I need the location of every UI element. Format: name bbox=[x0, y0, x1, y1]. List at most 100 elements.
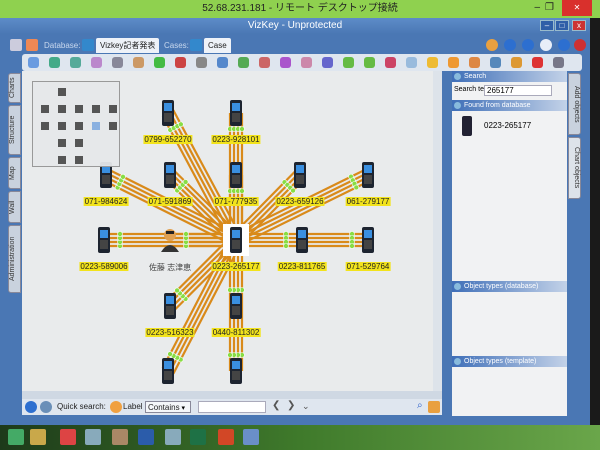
person-icon[interactable] bbox=[161, 229, 179, 252]
tab-administration[interactable]: Administration bbox=[8, 225, 21, 293]
app-icon[interactable] bbox=[165, 429, 181, 445]
info-icon[interactable] bbox=[25, 401, 37, 413]
toolbar-tool-icon[interactable] bbox=[406, 57, 417, 68]
tab-case[interactable]: Case bbox=[204, 38, 231, 53]
toolbar-tool-icon[interactable] bbox=[301, 57, 312, 68]
found-item[interactable]: 0223-265177 bbox=[484, 121, 531, 130]
tab-chart-objects[interactable]: Chart objects bbox=[568, 137, 581, 199]
power-icon[interactable] bbox=[574, 39, 586, 51]
phone-icon[interactable] bbox=[98, 227, 110, 253]
phone-icon[interactable] bbox=[230, 293, 242, 319]
toolbar-tool-icon[interactable] bbox=[70, 57, 81, 68]
tab-database[interactable]: Vizkey記者発表 bbox=[96, 38, 160, 53]
close-button[interactable]: x bbox=[572, 20, 586, 31]
phone-icon[interactable] bbox=[362, 227, 374, 253]
app-icon[interactable] bbox=[112, 429, 128, 445]
node-label[interactable]: 佐藤 志津恵 bbox=[148, 262, 192, 273]
toolbar-tool-icon[interactable] bbox=[553, 57, 564, 68]
export-icon[interactable] bbox=[428, 401, 440, 413]
tab-charts[interactable]: Charts bbox=[8, 73, 21, 103]
horizontal-scrollbar[interactable] bbox=[22, 391, 442, 399]
cases-dropdown-icon[interactable] bbox=[190, 39, 202, 51]
prev-icon[interactable]: ❮ bbox=[272, 400, 280, 411]
lock-icon[interactable] bbox=[558, 39, 570, 51]
vertical-scrollbar[interactable] bbox=[433, 71, 442, 391]
phone-icon[interactable] bbox=[230, 100, 242, 126]
node-label[interactable]: 061-279177 bbox=[345, 197, 391, 206]
node-label[interactable]: 0223-811765 bbox=[277, 262, 327, 271]
cloud-icon[interactable] bbox=[540, 39, 552, 51]
rdp-minimize-button[interactable]: ‒ bbox=[534, 0, 540, 16]
phone-icon[interactable] bbox=[362, 162, 374, 188]
match-mode-select[interactable]: Contains ▾ bbox=[145, 401, 191, 413]
toolbar-tool-icon[interactable] bbox=[385, 57, 396, 68]
phone-icon[interactable] bbox=[230, 358, 242, 384]
toolbar-tool-icon[interactable] bbox=[154, 57, 165, 68]
link-edge[interactable] bbox=[165, 238, 236, 371]
toolbar-tool-icon[interactable] bbox=[322, 57, 333, 68]
phone-icon[interactable] bbox=[162, 100, 174, 126]
toolbar-tool-icon[interactable] bbox=[511, 57, 522, 68]
rdp-close-button[interactable]: ✕ bbox=[562, 0, 592, 16]
node-label[interactable]: 0223-589006 bbox=[79, 262, 129, 271]
maximize-button[interactable]: □ bbox=[555, 20, 569, 31]
toolbar-tool-icon[interactable] bbox=[112, 57, 123, 68]
toolbar-tool-icon[interactable] bbox=[28, 57, 39, 68]
start-icon[interactable] bbox=[8, 429, 24, 445]
node-label[interactable]: 0223-659126 bbox=[275, 197, 325, 206]
phone-icon[interactable] bbox=[296, 227, 308, 253]
node-label[interactable]: 0799-652270 bbox=[143, 135, 193, 144]
node-label[interactable]: 071-777935 bbox=[213, 197, 259, 206]
powerpoint-icon[interactable] bbox=[218, 429, 234, 445]
node-label[interactable]: 0223-265177 bbox=[211, 262, 261, 271]
chrome-icon[interactable] bbox=[60, 429, 76, 445]
tab-add-objects[interactable]: Add objects bbox=[568, 73, 581, 135]
explorer-icon[interactable] bbox=[30, 429, 46, 445]
rdp-restore-button[interactable]: ❐ bbox=[545, 0, 554, 16]
toolbar-tool-icon[interactable] bbox=[175, 57, 186, 68]
database-dropdown-icon[interactable] bbox=[82, 39, 94, 51]
globe-icon[interactable] bbox=[40, 401, 52, 413]
info-icon[interactable] bbox=[522, 39, 534, 51]
tab-map[interactable]: Map bbox=[8, 157, 21, 189]
link-edge[interactable] bbox=[168, 240, 239, 373]
phone-icon[interactable] bbox=[162, 358, 174, 384]
toolbar-tool-icon[interactable] bbox=[469, 57, 480, 68]
help-icon[interactable] bbox=[504, 39, 516, 51]
word-icon[interactable] bbox=[138, 429, 154, 445]
search-text-input[interactable]: 265177 bbox=[484, 85, 552, 96]
overview-minimap[interactable] bbox=[32, 81, 120, 167]
minimize-button[interactable]: – bbox=[540, 20, 554, 31]
toolbar-tool-icon[interactable] bbox=[490, 57, 501, 68]
phone-icon[interactable] bbox=[164, 293, 176, 319]
toolbar-tool-icon[interactable] bbox=[343, 57, 354, 68]
home-icon[interactable] bbox=[10, 39, 22, 51]
tab-wall[interactable]: Wall bbox=[8, 191, 21, 223]
phone-icon[interactable] bbox=[230, 162, 242, 188]
tab-structure[interactable]: Structure bbox=[8, 105, 21, 155]
excel-icon[interactable] bbox=[190, 429, 206, 445]
node-label[interactable]: 071-984624 bbox=[83, 197, 129, 206]
toolbar-tool-icon[interactable] bbox=[427, 57, 438, 68]
toolbar-tool-icon[interactable] bbox=[217, 57, 228, 68]
node-label[interactable]: 071-529764 bbox=[345, 262, 391, 271]
node-label[interactable]: 0223-516323 bbox=[145, 328, 195, 337]
phone-icon[interactable] bbox=[294, 162, 306, 188]
toolbar-tool-icon[interactable] bbox=[364, 57, 375, 68]
phone-icon[interactable] bbox=[230, 227, 242, 253]
toolbar-tool-icon[interactable] bbox=[280, 57, 291, 68]
node-label[interactable]: 0223-928101 bbox=[211, 135, 261, 144]
toolbar-tool-icon[interactable] bbox=[133, 57, 144, 68]
toolbar-tool-icon[interactable] bbox=[196, 57, 207, 68]
grid-icon[interactable] bbox=[26, 39, 38, 51]
quick-search-input[interactable] bbox=[198, 401, 266, 413]
toolbar-tool-icon[interactable] bbox=[259, 57, 270, 68]
node-label[interactable]: 071-591869 bbox=[147, 197, 193, 206]
node-label[interactable]: 0440-811302 bbox=[211, 328, 261, 337]
app-icon[interactable] bbox=[85, 429, 101, 445]
toolbar-tool-icon[interactable] bbox=[91, 57, 102, 68]
search-icon[interactable]: ⌕ bbox=[417, 400, 423, 411]
toolbar-tool-icon[interactable] bbox=[532, 57, 543, 68]
next-icon[interactable]: ❯ bbox=[287, 400, 295, 411]
user-icon[interactable] bbox=[486, 39, 498, 51]
